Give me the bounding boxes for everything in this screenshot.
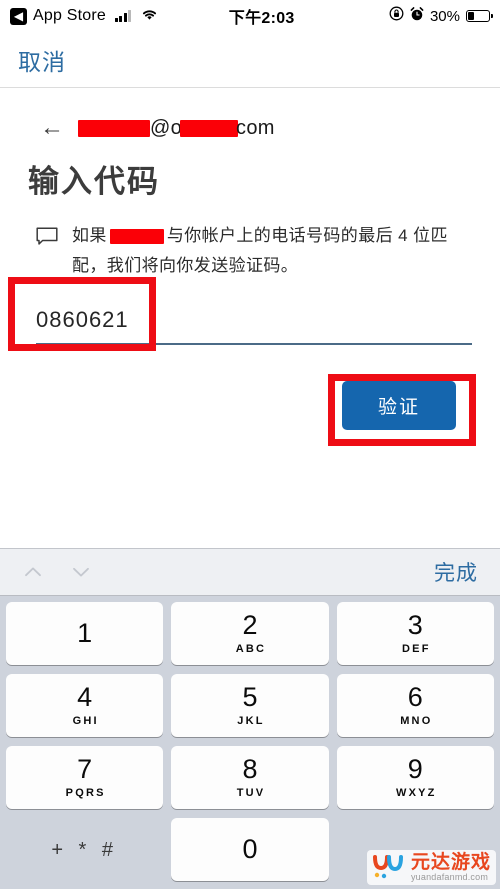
key-7[interactable]: 7 PQRS (6, 746, 164, 809)
info-message-prefix: 如果 (72, 226, 107, 245)
redaction-block (109, 229, 164, 245)
key-letters: DEF (402, 643, 431, 655)
code-input-underline (36, 343, 472, 345)
code-input[interactable]: 0860621 (36, 307, 472, 343)
key-letters: JKL (237, 715, 265, 727)
web-content: ← @o com 输入代码 如果 与你帐户上的电话号码的最后 4 位匹配，我们将向你… (0, 88, 500, 537)
keyboard-done-button[interactable]: 完成 (434, 557, 478, 587)
key-letters: PQRS (65, 787, 106, 799)
key-2[interactable]: 2 ABC (171, 602, 329, 665)
key-letters: WXYZ (396, 787, 437, 799)
arrow-left-icon[interactable]: ← (40, 116, 64, 140)
key-3[interactable]: 3 DEF (336, 602, 494, 665)
key-number: 2 (242, 610, 258, 640)
key-symbols[interactable]: + * # (6, 818, 163, 881)
key-number: 8 (242, 754, 258, 784)
status-bar-right: 30% (389, 6, 493, 26)
page-title: 输入代码 (28, 164, 160, 199)
key-number: 3 (407, 610, 423, 640)
cancel-button[interactable]: 取消 (18, 43, 66, 77)
numeric-keyboard: 完成 1 2 ABC 3 DEF 4 GHI 5 JKL 6 MNO 7 PQR… (0, 548, 500, 889)
status-bar-clock: 下午2:03 (228, 10, 295, 27)
wifi-icon (141, 6, 158, 26)
key-letters: GHI (72, 715, 99, 727)
code-field-wrapper: 0860621 (0, 281, 500, 345)
speech-bubble-icon (36, 227, 58, 281)
key-5[interactable]: 5 JKL (171, 674, 329, 737)
account-email-at: @o (150, 116, 183, 139)
status-bar-back-app-label[interactable]: App Store (33, 7, 106, 25)
battery-percent-label: 30% (429, 7, 460, 25)
watermark-text: 元达游戏 yuandafanmd.com (410, 851, 491, 882)
key-6[interactable]: 6 MNO (336, 674, 494, 737)
info-message-text: 如果 与你帐户上的电话号码的最后 4 位匹配，我们将向你发送验证码。 (72, 221, 480, 281)
key-number: 0 (242, 834, 258, 864)
keyboard-key-grid: 1 2 ABC 3 DEF 4 GHI 5 JKL 6 MNO 7 PQRS 8… (0, 596, 500, 889)
watermark-url: yuandafanmd.com (410, 871, 489, 882)
account-email-domain: com (236, 116, 275, 139)
key-number: 4 (77, 682, 93, 712)
status-bar-left: ◀ App Store (10, 6, 158, 26)
key-0[interactable]: 0 (171, 818, 329, 881)
account-row[interactable]: ← @o com (0, 88, 500, 140)
key-number: 1 (77, 618, 93, 648)
verify-row: 验证 (0, 345, 500, 430)
keyboard-nav-group (22, 561, 92, 583)
key-letters: TUV (236, 787, 266, 799)
redaction-block (180, 119, 239, 137)
key-4[interactable]: 4 GHI (6, 674, 164, 737)
chevron-left-icon[interactable]: ◀ (10, 7, 27, 25)
cellular-signal-icon (114, 10, 132, 22)
key-number: 6 (407, 682, 423, 712)
alarm-clock-icon (410, 6, 424, 26)
account-email-label: @o com (78, 117, 275, 140)
watermark: 元达游戏 yuandafanmd.com (366, 849, 496, 885)
watermark-logo-icon (372, 854, 406, 880)
chevron-down-icon[interactable] (70, 561, 92, 583)
rotation-lock-icon (389, 6, 404, 26)
watermark-name: 元达游戏 (410, 851, 491, 873)
battery-icon (466, 10, 493, 22)
key-number: 7 (77, 754, 93, 784)
status-bar: ◀ App Store 下午2:03 30% (0, 0, 500, 32)
key-number: 5 (242, 682, 258, 712)
key-number: + * # (51, 838, 119, 861)
chevron-up-icon[interactable] (22, 561, 44, 583)
key-letters: MNO (400, 715, 433, 727)
keyboard-toolbar: 完成 (0, 548, 500, 596)
key-9[interactable]: 9 WXYZ (336, 746, 494, 809)
info-message: 如果 与你帐户上的电话号码的最后 4 位匹配，我们将向你发送验证码。 (0, 201, 500, 281)
redaction-block (78, 119, 150, 137)
key-letters: ABC (235, 643, 267, 655)
browser-top-bar: 取消 (0, 32, 500, 88)
key-1[interactable]: 1 (6, 602, 164, 665)
key-8[interactable]: 8 TUV (171, 746, 329, 809)
verify-button[interactable]: 验证 (341, 380, 456, 430)
key-number: 9 (407, 754, 423, 784)
